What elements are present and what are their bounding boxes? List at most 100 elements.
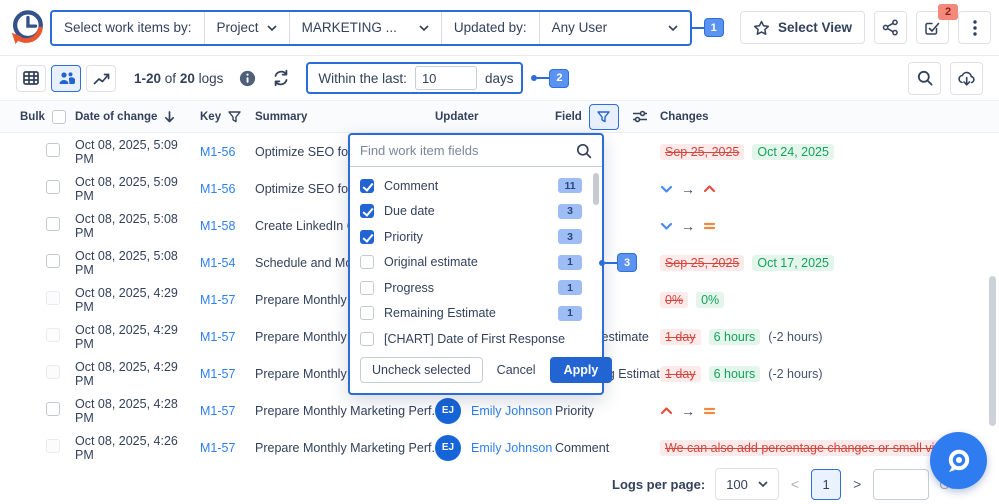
field-option[interactable]: Progress1	[360, 275, 594, 301]
row-checkbox[interactable]	[46, 143, 60, 157]
next-page-button[interactable]: >	[851, 476, 863, 492]
date-cell: Oct 08, 2025, 4:29 PM	[75, 360, 200, 388]
per-page-label: Logs per page:	[612, 477, 705, 492]
grid-view-icon	[23, 71, 39, 85]
info-button[interactable]	[239, 70, 256, 87]
share-button[interactable]	[874, 11, 907, 44]
work-item-key-link[interactable]: M1-57	[200, 293, 255, 307]
field-option-label: Remaining Estimate	[384, 306, 496, 320]
table-view-button[interactable]	[16, 65, 46, 92]
work-item-key-link[interactable]: M1-57	[200, 404, 255, 418]
table-row: Oct 08, 2025, 4:26 PMM1-57Prepare Monthl…	[0, 429, 999, 466]
callout-3: 3	[617, 253, 637, 272]
search-button[interactable]	[908, 62, 941, 95]
vertical-scrollbar[interactable]	[989, 276, 996, 426]
work-item-key-link[interactable]: M1-57	[200, 441, 255, 455]
updated-by-label-seg: Updated by:	[442, 12, 540, 44]
field-option-count-badge: 1	[558, 255, 582, 270]
row-checkbox[interactable]	[46, 217, 60, 231]
avatar[interactable]: EJ	[435, 435, 461, 461]
work-item-key-link[interactable]: M1-56	[200, 145, 255, 159]
work-item-key-link[interactable]: M1-57	[200, 330, 255, 344]
updates-count-badge: 2	[938, 4, 958, 20]
field-option-count-badge: 3	[558, 229, 582, 244]
field-option-list: Comment11Due date3Priority3Original esti…	[350, 167, 602, 349]
callout-1-connector: 1	[692, 18, 724, 37]
new-value: Oct 24, 2025	[752, 144, 834, 160]
field-option-checkbox[interactable]	[360, 332, 374, 346]
updater-name-link[interactable]: Emily Johnson	[471, 404, 552, 418]
field-option-checkbox[interactable]	[360, 230, 374, 244]
field-filter-button[interactable]	[589, 104, 619, 130]
dropdown-scrollbar[interactable]	[593, 173, 599, 205]
project-dropdown[interactable]: MARKETING ...	[290, 12, 442, 44]
field-option-checkbox[interactable]	[360, 179, 374, 193]
export-button[interactable]	[950, 62, 983, 95]
more-menu-button[interactable]	[958, 11, 991, 44]
go-to-page-input[interactable]	[873, 469, 929, 500]
header-changes: Changes	[660, 111, 999, 123]
field-option-checkbox[interactable]	[360, 255, 374, 269]
view-switcher	[16, 65, 116, 92]
priority-medium-icon	[703, 406, 716, 416]
changes-cell: →	[660, 403, 999, 419]
avatar[interactable]: EJ	[435, 398, 461, 424]
help-fab-button[interactable]	[930, 432, 987, 489]
work-item-key-link[interactable]: M1-54	[200, 256, 255, 270]
field-option-label: Comment	[384, 179, 438, 193]
date-cell: Oct 08, 2025, 4:29 PM	[75, 323, 200, 351]
column-settings-button[interactable]	[632, 110, 648, 123]
apply-button[interactable]: Apply	[550, 357, 613, 383]
user-dropdown[interactable]: Any User	[540, 12, 690, 44]
new-value: 6 hours	[709, 366, 761, 382]
people-view-button[interactable]	[51, 65, 81, 92]
row-checkbox[interactable]	[46, 180, 60, 194]
prev-page-button[interactable]: <	[789, 476, 801, 492]
row-checkbox[interactable]	[46, 254, 60, 268]
per-page-select[interactable]: 100	[715, 468, 779, 500]
updater-cell: EJ Emily Johnson	[435, 435, 555, 461]
scope-dropdown[interactable]: Project	[205, 12, 290, 44]
field-option-checkbox[interactable]	[360, 281, 374, 295]
field-option[interactable]: Comment11	[360, 173, 594, 199]
changes-cell: 1 day6 hours(-2 hours)	[660, 329, 999, 345]
field-option[interactable]: Original estimate1	[360, 250, 594, 276]
uncheck-selected-button[interactable]: Uncheck selected	[360, 357, 483, 383]
work-item-key-link[interactable]: M1-56	[200, 182, 255, 196]
field-option-checkbox[interactable]	[360, 204, 374, 218]
current-page-button[interactable]: 1	[811, 469, 841, 500]
row-checkbox	[46, 328, 60, 342]
updates-button[interactable]: 2	[916, 11, 949, 44]
delta-value: (-2 hours)	[768, 330, 822, 344]
new-value: Oct 17, 2025	[752, 255, 834, 271]
refresh-button[interactable]	[272, 69, 290, 87]
chevron-down-icon	[668, 25, 678, 31]
work-item-key-link[interactable]: M1-57	[200, 367, 255, 381]
table-header: Bulk Date of change Key Summary Updater …	[0, 100, 999, 133]
row-checkbox[interactable]	[46, 402, 60, 416]
header-key[interactable]: Key	[200, 111, 255, 123]
chart-view-button[interactable]	[86, 65, 116, 92]
priority-medium-icon	[703, 221, 716, 231]
header-date[interactable]: Date of change	[75, 111, 200, 123]
work-item-key-link[interactable]: M1-58	[200, 219, 255, 233]
field-option[interactable]: [CHART] Date of First Response	[360, 326, 594, 349]
cancel-button[interactable]: Cancel	[497, 363, 536, 377]
scope-value: Project	[217, 20, 259, 35]
field-option[interactable]: Priority3	[360, 224, 594, 250]
log-toolbar: 1-20 of 20 logs Within the last: days 2	[0, 56, 999, 100]
changes-cell: Sep 25, 2025Oct 24, 2025	[660, 144, 999, 160]
bulk-select-all-checkbox[interactable]	[52, 110, 66, 124]
field-option[interactable]: Remaining Estimate1	[360, 301, 594, 327]
date-cell: Oct 08, 2025, 5:09 PM	[75, 175, 200, 203]
updater-name-link[interactable]: Emily Johnson	[471, 441, 552, 455]
old-value: 1 day	[660, 329, 701, 345]
field-search-input[interactable]	[360, 143, 576, 158]
log-count-total: 20	[180, 71, 195, 86]
period-input[interactable]	[415, 66, 477, 90]
field-option-checkbox[interactable]	[360, 306, 374, 320]
select-view-button[interactable]: Select View	[740, 11, 865, 44]
field-option-label: Due date	[384, 204, 435, 218]
change-arrow-icon: →	[681, 403, 695, 419]
field-option[interactable]: Due date3	[360, 199, 594, 225]
